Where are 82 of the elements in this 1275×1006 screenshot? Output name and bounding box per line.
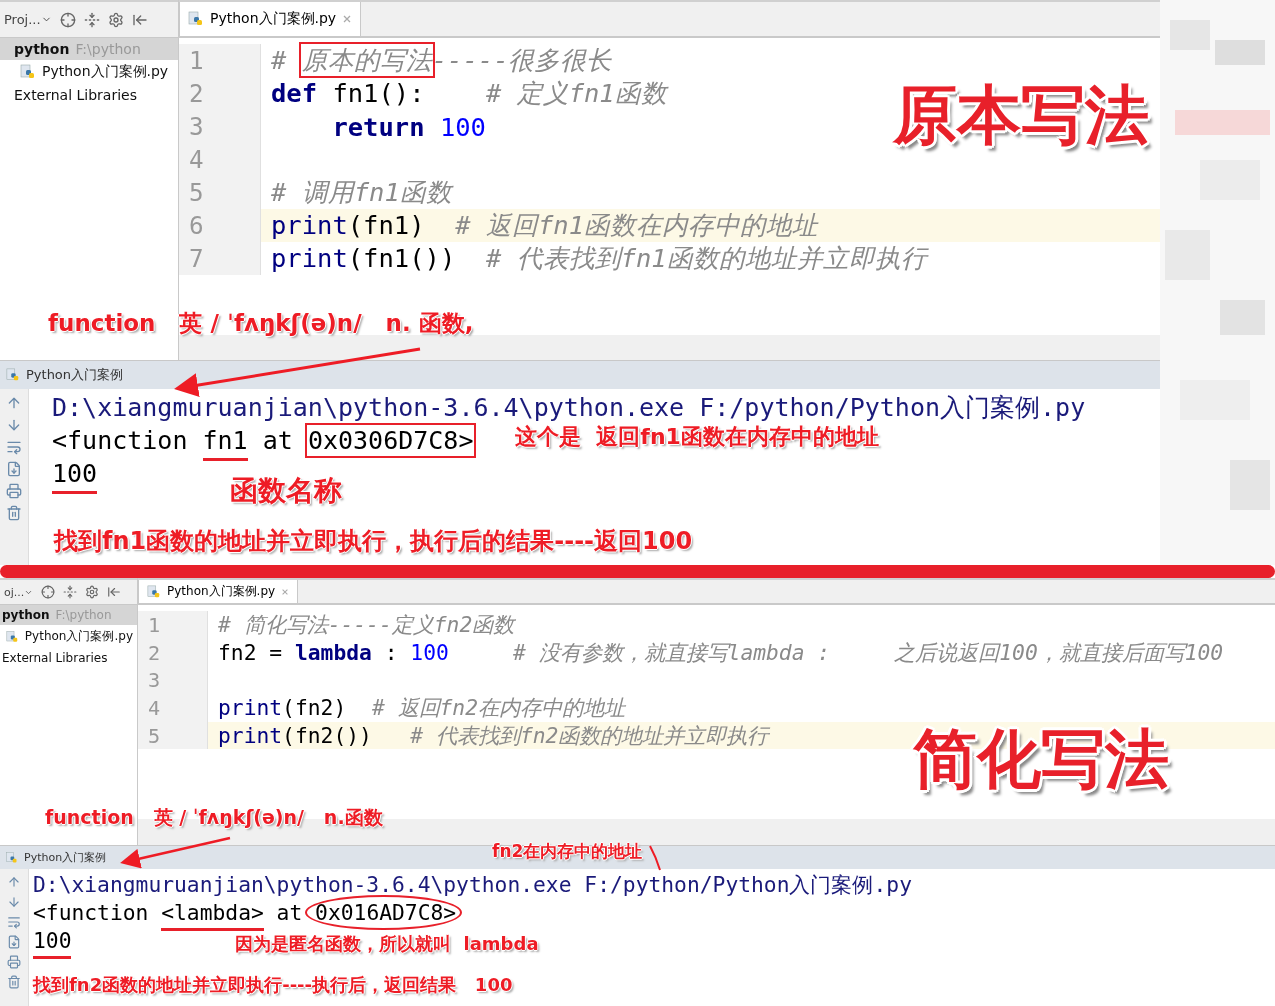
arrow-down-icon[interactable] [7, 895, 21, 909]
code-line: def fn1(): # 定义fn1函数 [270, 77, 667, 110]
python-file-icon [20, 64, 36, 80]
collapse-icon[interactable] [63, 585, 78, 599]
line-number: 4 [138, 694, 208, 722]
line-number: 3 [179, 110, 261, 143]
wrap-text-icon[interactable] [6, 439, 22, 455]
run-panel-title: Python入门案例 [24, 850, 107, 865]
project-name: python [14, 41, 70, 57]
wrap-text-icon[interactable] [7, 915, 21, 929]
python-file-icon [188, 11, 204, 27]
close-icon[interactable] [342, 14, 353, 24]
line-number: 4 [179, 143, 261, 176]
editor-tab[interactable]: Python入门案例.py [179, 2, 362, 36]
python-file-icon [6, 629, 19, 644]
code-line: print(fn1()) # 代表找到fn1函数的地址并立即执行 [270, 242, 927, 275]
console-output-line: <function <lambda> at 0x016AD7C8> [33, 900, 457, 926]
project-view-dropdown[interactable]: oj... [4, 585, 34, 599]
code-line: return 100 [331, 111, 486, 142]
console-output-line: <function fn1 at 0x0306D7C8> [52, 426, 474, 455]
external-libraries-item[interactable]: External Libraries [14, 87, 137, 103]
python-file-icon [6, 851, 18, 864]
export-icon[interactable] [7, 935, 21, 949]
line-number: 5 [179, 176, 261, 209]
crosshair-icon[interactable] [41, 585, 56, 599]
line-number: 5 [138, 721, 208, 750]
run-panel-title: Python入门案例 [26, 366, 124, 384]
annotation-note: 这个是 返回fn1函数在内存中的地址 [515, 424, 879, 451]
collapse-icon[interactable] [83, 11, 100, 28]
trash-icon[interactable] [7, 975, 21, 989]
code-line: fn2 = lambda : 100 # 没有参数，就直接写lambda : 之后说返回100，就直接后面写100 [217, 639, 1224, 668]
file-tree-item[interactable]: Python入门案例.py [24, 628, 133, 645]
project-path: F:\python [75, 41, 141, 57]
console-output-line: D:\xiangmuruanjian\python-3.6.4\python.exe F:/python/Python入门案例.py [33, 871, 912, 900]
line-number: 3 [138, 666, 208, 695]
console-output-line: 100 [52, 459, 98, 488]
file-tree-item[interactable]: Python入门案例.py [42, 63, 169, 81]
project-view-dropdown[interactable]: Proj... [4, 12, 52, 27]
export-icon[interactable] [6, 461, 22, 477]
code-line: # 调用fn1函数 [270, 176, 452, 209]
line-number: 6 [179, 209, 261, 242]
project-root-item[interactable]: python F:\python [0, 605, 137, 625]
annotation-note: fn2在内存中的地址 [492, 841, 643, 862]
trash-icon[interactable] [6, 505, 22, 521]
arrow-down-icon[interactable] [6, 417, 22, 433]
hide-panel-icon[interactable] [107, 585, 122, 599]
crosshair-icon[interactable] [59, 11, 76, 28]
annotation-stroke [649, 845, 661, 871]
annotation-note: 找到fn1函数的地址并立即执行，执行后的结果----返回100 [54, 527, 693, 556]
line-number: 2 [179, 77, 261, 110]
project-root-item[interactable]: python F:\python [0, 38, 178, 60]
line-number: 7 [179, 242, 261, 275]
python-file-icon [147, 584, 161, 599]
code-line: # 原本的写法-----很多很长 [261, 43, 613, 78]
print-icon[interactable] [7, 955, 21, 969]
editor-tab[interactable]: Python入门案例.py [138, 580, 299, 603]
line-number: 1 [138, 611, 208, 639]
print-icon[interactable] [6, 483, 22, 499]
annotation-note: 函数名称 [230, 474, 342, 508]
close-icon[interactable] [281, 587, 290, 596]
settings-icon[interactable] [85, 585, 100, 599]
arrow-up-icon[interactable] [7, 875, 21, 889]
code-line: print(fn2) # 返回fn2在内存中的地址 [217, 694, 625, 723]
external-libraries-item[interactable]: External Libraries [2, 651, 108, 665]
project-name: python [2, 608, 50, 622]
settings-icon[interactable] [107, 11, 124, 28]
annotation-note: function 英 / ˈfʌŋkʃ(ə)n/ n.函数 [45, 806, 383, 829]
line-number: 2 [138, 638, 208, 667]
console-output-line: 100 [33, 927, 72, 953]
code-line: print(fn2()) # 代表找到fn2函数的地址并立即执行 [217, 722, 769, 751]
code-line: print(fn1) # 返回fn1函数在内存中的地址 [270, 209, 818, 242]
annotation-note: 找到fn2函数的地址并立即执行----执行后，返回结果 100 [33, 974, 513, 996]
python-file-icon [6, 368, 20, 382]
annotation-note: function 英 / ˈfʌŋkʃ(ə)n/ n. 函数, [48, 310, 474, 338]
title-overlay: 简化写法 [913, 724, 1169, 795]
console-output-line: D:\xiangmuruanjian\python-3.6.4\python.exe F:/python/Python入门案例.py [52, 392, 1086, 424]
title-overlay: 原本写法 [893, 80, 1149, 151]
annotation-note: 因为是匿名函数，所以就叫 lambda [235, 933, 539, 955]
line-number: 1 [179, 44, 261, 77]
code-line: # 简化写法-----定义fn2函数 [217, 611, 515, 640]
project-path: F:\python [55, 608, 112, 622]
arrow-up-icon[interactable] [6, 395, 22, 411]
